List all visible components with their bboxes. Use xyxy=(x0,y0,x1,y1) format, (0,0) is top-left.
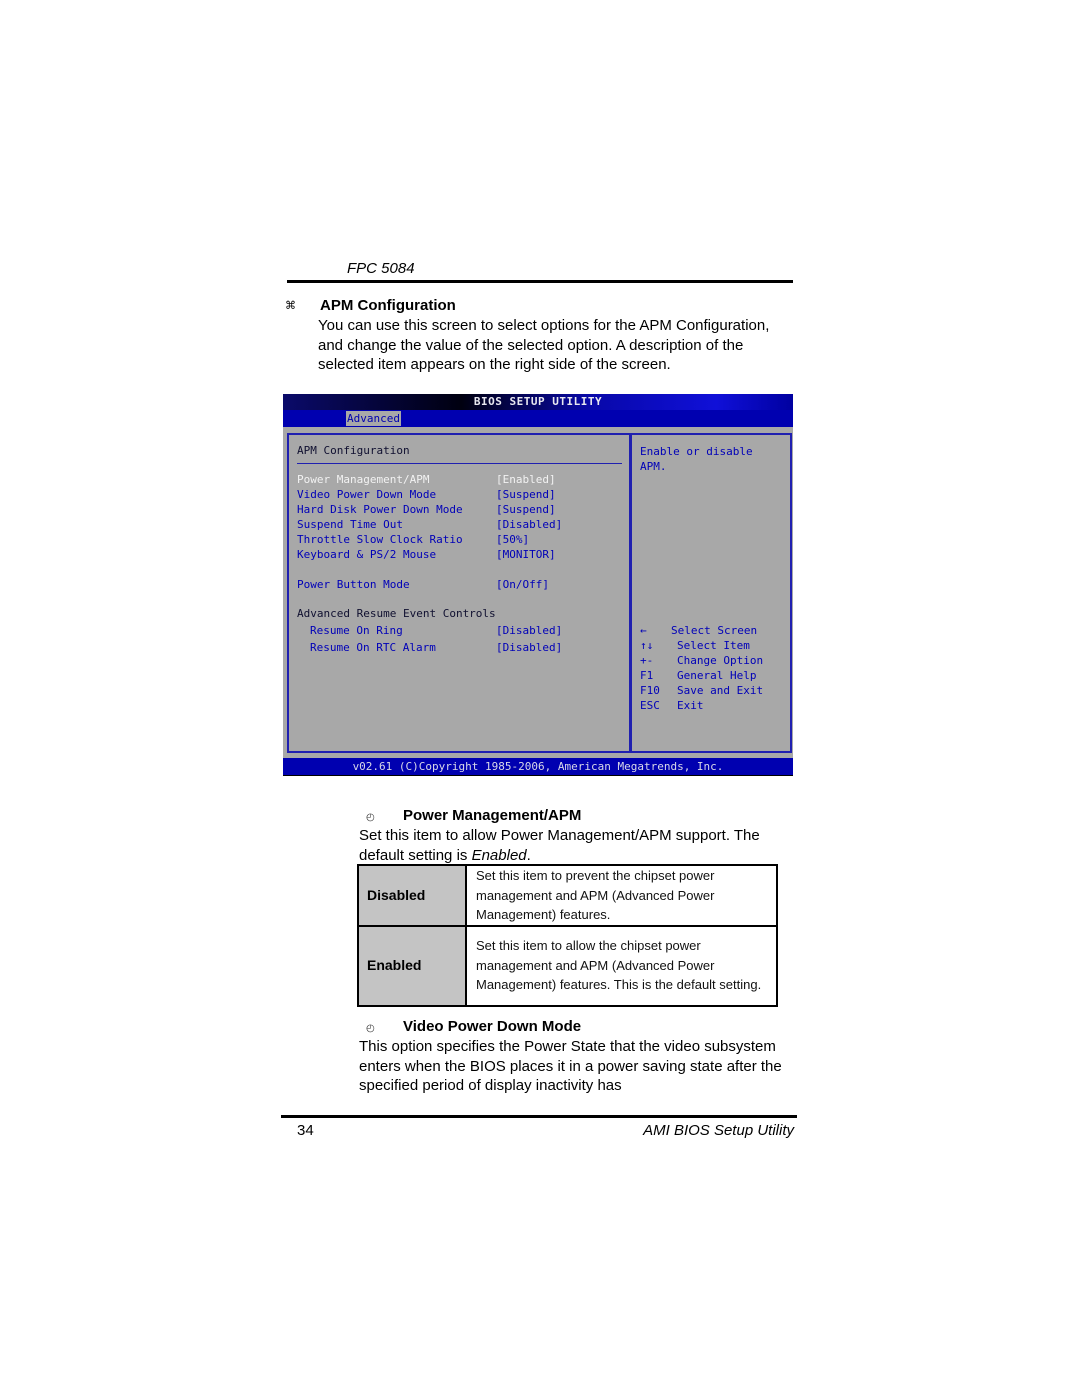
key-action: Select Screen xyxy=(671,624,758,637)
bios-item-value: [Disabled] xyxy=(496,641,563,654)
bios-item-keyboard-mouse[interactable]: Keyboard & PS/2 Mouse [MONITOR] xyxy=(297,547,627,562)
section-bullet-icon: ⌘ xyxy=(285,300,296,312)
key-action: Select Item xyxy=(677,639,750,652)
bios-item-value: [Disabled] xyxy=(496,624,563,637)
bios-item-resume-on-rtc[interactable]: Resume On RTC Alarm [Disabled] xyxy=(297,640,627,655)
key-up-down-arrows-icon: ↑↓ xyxy=(640,639,654,652)
bios-item-value: [On/Off] xyxy=(496,578,549,591)
bios-item-power-button-mode[interactable]: Power Button Mode [On/Off] xyxy=(297,577,627,592)
bios-item-value: [Enabled] xyxy=(496,473,556,486)
subsection-title: Power Management/APM xyxy=(403,807,582,824)
footer-rule xyxy=(281,1115,797,1118)
key-action: General Help xyxy=(677,669,757,682)
bios-heading-rule xyxy=(297,463,622,464)
bios-subheading: Advanced Resume Event Controls xyxy=(297,607,496,620)
bios-item-label: Keyboard & PS/2 Mouse xyxy=(297,548,437,561)
clock-bullet-icon: ◴ xyxy=(366,1023,375,1034)
subsection-title: Video Power Down Mode xyxy=(403,1018,582,1035)
key-action: Save and Exit xyxy=(677,684,764,697)
bios-item-label: Power Button Mode xyxy=(297,578,410,591)
key-action: Exit xyxy=(677,699,704,712)
bios-key-hint: ← Select Screen xyxy=(640,623,790,638)
paragraph-text: Set this item to allow Power Management/… xyxy=(359,827,760,864)
table-row: Enabled Set this item to allow the chips… xyxy=(357,924,778,1007)
key-label: F10 xyxy=(640,684,660,697)
page-number: 34 xyxy=(297,1122,314,1139)
footer-section-title: AMI BIOS Setup Utility xyxy=(643,1122,794,1139)
bios-screenshot: BIOS SETUP UTILITY Advanced APM Configur… xyxy=(283,394,793,776)
bios-key-hint: ↑↓ Select Item xyxy=(640,638,790,653)
bios-item-label: Suspend Time Out xyxy=(297,518,403,531)
section-title: APM Configuration xyxy=(320,297,456,314)
bios-key-hint: F1 General Help xyxy=(640,668,790,683)
option-name: Enabled xyxy=(357,924,467,1007)
table-row: Disabled Set this item to prevent the ch… xyxy=(357,864,778,927)
bios-item-value: [Suspend] xyxy=(496,488,556,501)
bios-help-text: Enable or disable APM. xyxy=(640,445,753,473)
emphasis-text: Enabled xyxy=(471,846,527,864)
option-description: Set this item to prevent the chipset pow… xyxy=(465,864,778,927)
bios-item-value: [Disabled] xyxy=(496,518,563,531)
bios-copyright-bar: v02.61 (C)Copyright 1985-2006, American … xyxy=(283,758,793,776)
bios-item-label: Video Power Down Mode xyxy=(297,488,437,501)
bios-item-label: Power Management/APM xyxy=(297,473,430,486)
bios-key-hint: ESC Exit xyxy=(640,698,790,713)
clock-bullet-icon: ◴ xyxy=(366,812,375,823)
bios-item-value: [Suspend] xyxy=(496,503,556,516)
bios-key-hint: +- Change Option xyxy=(640,653,790,668)
bios-item-throttle-ratio[interactable]: Throttle Slow Clock Ratio [50%] xyxy=(297,532,627,547)
bios-item-suspend-timeout[interactable]: Suspend Time Out [Disabled] xyxy=(297,517,627,532)
key-label: ESC xyxy=(640,699,660,712)
key-action: Change Option xyxy=(677,654,764,667)
bios-item-value: [MONITOR] xyxy=(496,548,556,561)
document-title: FPC 5084 xyxy=(347,260,415,277)
bios-item-label: Throttle Slow Clock Ratio xyxy=(297,533,463,546)
paragraph-text: . xyxy=(526,846,531,864)
section-paragraph: You can use this screen to select option… xyxy=(318,317,770,373)
bios-item-value: [50%] xyxy=(496,533,530,546)
subsection-paragraph: Set this item to allow Power Management/… xyxy=(359,826,794,865)
bios-key-hint: F10 Save and Exit xyxy=(640,683,790,698)
header-rule xyxy=(287,280,793,283)
bios-item-label: Resume On Ring xyxy=(310,624,403,637)
bios-item-hdd-power-down[interactable]: Hard Disk Power Down Mode [Suspend] xyxy=(297,502,627,517)
bios-title-bar: BIOS SETUP UTILITY xyxy=(283,394,793,410)
bios-help-panel: Enable or disable APM. ← Select Screen ↑… xyxy=(630,433,792,753)
option-description: Set this item to allow the chipset power… xyxy=(465,924,778,1007)
bios-item-video-power-down[interactable]: Video Power Down Mode [Suspend] xyxy=(297,487,627,502)
bios-tab-bar: Advanced xyxy=(283,410,793,427)
bios-item-power-management[interactable]: Power Management/APM [Enabled] xyxy=(297,472,627,487)
bios-panel-heading: APM Configuration xyxy=(297,444,410,457)
bios-tab-advanced[interactable]: Advanced xyxy=(346,411,401,426)
bios-settings-panel: APM Configuration Power Management/APM [… xyxy=(287,433,631,753)
key-left-arrow-icon: ← xyxy=(640,624,647,637)
key-plus-minus-icon: +- xyxy=(640,654,654,667)
bios-item-resume-on-ring[interactable]: Resume On Ring [Disabled] xyxy=(297,623,627,638)
option-name: Disabled xyxy=(357,864,467,927)
bios-item-label: Resume On RTC Alarm xyxy=(310,641,436,654)
options-table: Disabled Set this item to prevent the ch… xyxy=(357,864,778,1007)
bios-item-label: Hard Disk Power Down Mode xyxy=(297,503,463,516)
subsection-paragraph: This option specifies the Power State th… xyxy=(359,1038,782,1094)
key-label: F1 xyxy=(640,669,654,682)
